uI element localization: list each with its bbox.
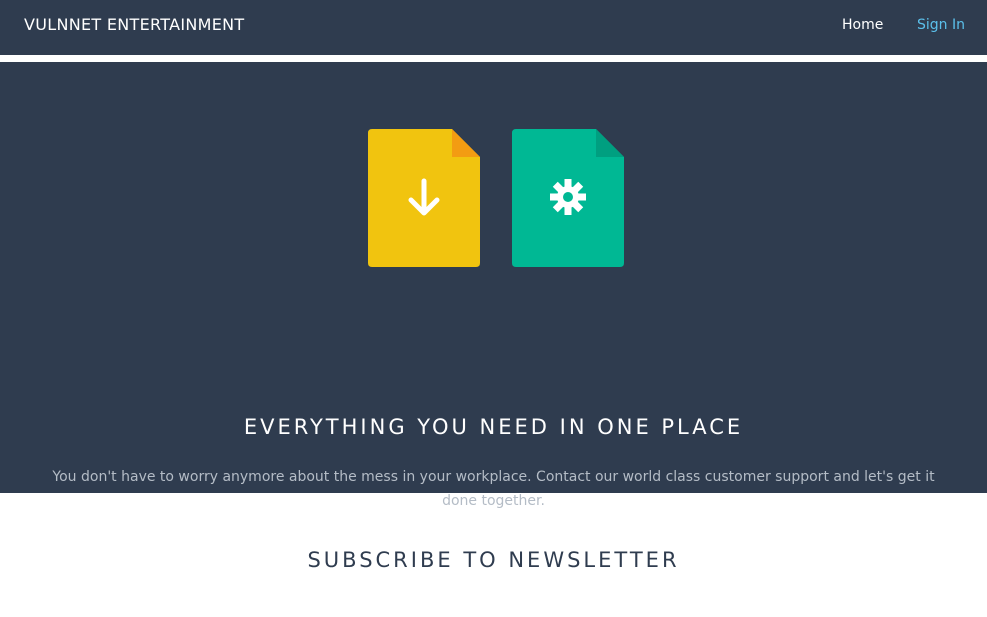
navbar: VULNNET ENTERTAINMENT Home Sign In <box>0 0 987 55</box>
hero-description: You don't have to worry anymore about th… <box>52 469 935 509</box>
settings-file-icon <box>512 129 624 267</box>
hero-section: EVERYTHING YOU NEED IN ONE PLACE You don… <box>0 62 987 509</box>
hero-heading: EVERYTHING YOU NEED IN ONE PLACE <box>243 415 744 439</box>
navbar-separator <box>0 55 987 62</box>
gear-icon <box>550 179 586 215</box>
newsletter-heading: SUBSCRIBE TO NEWSLETTER <box>307 548 680 572</box>
nav-link-sign-in[interactable]: Sign In <box>917 17 965 33</box>
brand-logo-text[interactable]: VULNNET ENTERTAINMENT <box>24 15 245 34</box>
nav-link-home[interactable]: Home <box>842 17 883 33</box>
download-file-icon <box>368 129 480 267</box>
